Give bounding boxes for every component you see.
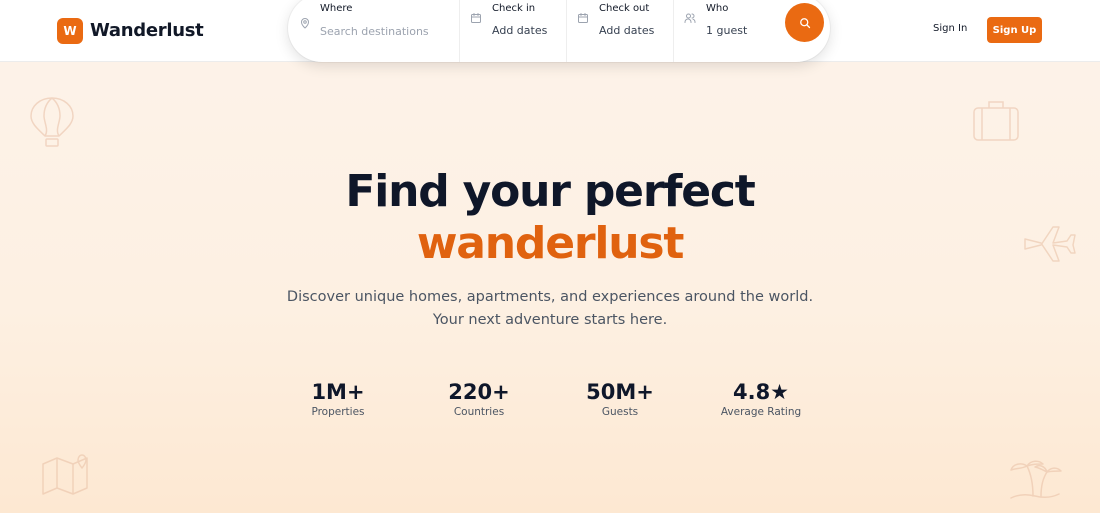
stat-value: 1M+ [311,380,365,404]
hero-title: Find your perfect wanderlust [0,166,1100,270]
where-label: Where [320,3,353,14]
hero-subtitle-line1: Discover unique homes, apartments, and e… [286,289,814,305]
users-icon [684,13,696,23]
sign-in-button[interactable]: Sign In [933,23,967,34]
hero-title-line1: Find your perfect [345,166,755,217]
guests-field[interactable]: Who 1 guest [673,0,783,62]
hero-title-accent: wanderlust [416,218,685,269]
map-pin-icon [301,18,309,29]
sign-up-button[interactable]: Sign Up [987,17,1042,43]
stat-value: 4.8★ [732,380,790,404]
check-in-field[interactable]: Check in Add dates [459,0,566,62]
check-out-label: Check out [599,3,650,14]
stat-label: Countries [453,406,505,418]
stat-countries: 220+ Countries [419,380,539,418]
hero-subtitle-line2: Your next adventure starts here. [432,312,668,328]
stat-label: Guests [601,406,639,418]
brand-name: Wanderlust [90,20,204,41]
check-out-field[interactable]: Check out Add dates [566,0,673,62]
palm-island-icon [1010,460,1062,499]
check-in-label: Check in [492,3,536,14]
stat-properties: 1M+ Properties [278,380,398,418]
stat-value: 50M+ [586,380,654,404]
search-bar: Where Check in Add dates Check out Add d… [288,0,830,62]
check-in-value: Add dates [492,24,548,37]
calendar-icon [471,13,481,23]
who-label: Who [706,3,729,14]
stat-rating: 4.8★ Average Rating [701,380,821,418]
hot-air-balloon-icon [30,97,74,147]
calendar-icon [578,13,588,23]
hero-subtitle: Discover unique homes, apartments, and e… [0,286,1100,332]
stat-guests: 50M+ Guests [560,380,680,418]
logo-mark: W [57,17,83,44]
brand-logo[interactable]: W Wanderlust [57,17,204,44]
suitcase-icon [973,101,1019,141]
check-out-value: Add dates [599,24,655,37]
map-icon [42,454,88,495]
where-field[interactable]: Where [288,0,459,62]
stat-label: Average Rating [720,406,802,418]
stat-value: 220+ [448,380,510,404]
search-icon [799,17,810,28]
search-button[interactable] [785,3,824,42]
guests-value: 1 guest [706,24,748,37]
stat-label: Properties [311,406,365,418]
top-navigation: W Wanderlust Where Check in Add dates Ch… [0,0,1100,62]
destination-input[interactable] [320,25,450,38]
stats-row: 1M+ Properties 220+ Countries 50M+ Guest… [0,380,1100,430]
